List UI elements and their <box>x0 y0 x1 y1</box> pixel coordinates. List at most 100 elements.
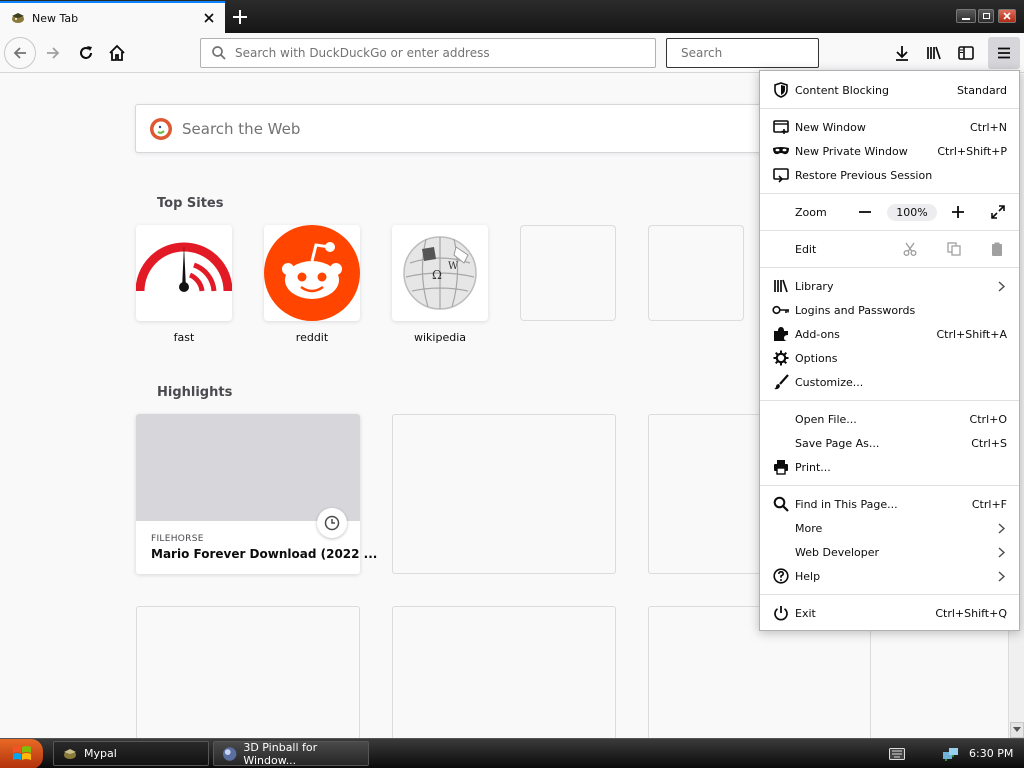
menu-item-open-file[interactable]: Open File... Ctrl+O <box>760 407 1019 431</box>
chevron-right-icon <box>998 280 1005 292</box>
taskbar-item-mypal[interactable]: Mypal <box>53 741 209 766</box>
tab-new-tab[interactable]: New Tab <box>0 1 225 33</box>
network-icon[interactable] <box>942 746 960 762</box>
back-icon <box>13 47 26 59</box>
top-site-tile-reddit[interactable] <box>264 225 360 321</box>
open-menu-button[interactable] <box>988 37 1020 69</box>
menu-item-customize[interactable]: Customize... <box>760 370 1019 394</box>
web-search-placeholder: Search the Web <box>182 119 301 138</box>
menu-separator <box>760 193 1019 194</box>
zoom-reset-button[interactable]: 100% <box>887 203 937 221</box>
tab-title: New Tab <box>32 11 79 25</box>
top-site-tile-fast[interactable] <box>136 225 232 321</box>
back-button[interactable] <box>4 37 36 69</box>
top-site-tile-empty[interactable] <box>648 225 744 321</box>
mypal-icon <box>12 13 24 23</box>
reddit-icon <box>264 225 360 321</box>
restore-session-icon <box>772 166 790 184</box>
menu-item-label: Customize... <box>795 375 864 389</box>
cut-button[interactable] <box>899 238 921 260</box>
zoom-out-button[interactable] <box>854 201 876 223</box>
mypal-icon <box>64 748 76 759</box>
url-input[interactable] <box>235 46 655 60</box>
menu-item-help[interactable]: Help <box>760 564 1019 588</box>
top-site-tile-empty[interactable] <box>520 225 616 321</box>
menu-item-label: Open File... <box>795 412 857 426</box>
hamburger-menu-icon <box>998 47 1010 59</box>
help-icon <box>772 567 790 585</box>
top-site-label: wikipedia <box>413 331 466 344</box>
menu-item-print[interactable]: Print... <box>760 455 1019 479</box>
search-bar[interactable] <box>666 38 831 68</box>
zoom-in-button[interactable] <box>947 201 969 223</box>
downloads-button[interactable] <box>886 37 918 69</box>
reload-button[interactable] <box>70 37 102 69</box>
search-input[interactable] <box>681 46 831 60</box>
sidebar-button[interactable] <box>950 37 982 69</box>
forward-button[interactable] <box>37 37 69 69</box>
search-icon <box>772 495 790 513</box>
shield-icon <box>772 81 790 99</box>
chevron-down-icon <box>1013 727 1021 732</box>
highlight-card[interactable]: FILEHORSE Mario Forever Download (2022 .… <box>136 414 377 574</box>
menu-item-more[interactable]: More <box>760 516 1019 540</box>
menu-item-restore-session[interactable]: Restore Previous Session <box>760 163 1019 187</box>
menu-item-label: Exit <box>795 606 816 620</box>
new-window-icon <box>772 118 790 136</box>
private-mask-icon <box>772 142 790 160</box>
content-blocking-value: Standard <box>956 83 1007 97</box>
menu-shortcut: Ctrl+O <box>969 412 1007 426</box>
restore-button[interactable] <box>978 9 994 23</box>
menu-item-web-developer[interactable]: Web Developer <box>760 540 1019 564</box>
menu-item-label: Content Blocking <box>795 83 890 97</box>
taskbar-item-pinball[interactable]: 3D Pinball for Window... <box>213 740 369 767</box>
minimize-button[interactable] <box>956 9 976 23</box>
top-site-tile-wikipedia[interactable]: Ω W <box>392 225 488 321</box>
menu-item-exit[interactable]: Exit Ctrl+Shift+Q <box>760 601 1019 625</box>
printer-icon <box>772 458 790 476</box>
plus-icon <box>952 206 964 218</box>
menu-separator <box>760 485 1019 486</box>
close-window-button[interactable] <box>998 9 1016 23</box>
fullscreen-button[interactable] <box>987 201 1009 223</box>
menu-item-save-page[interactable]: Save Page As... Ctrl+S <box>760 431 1019 455</box>
menu-item-new-private-window[interactable]: New Private Window Ctrl+Shift+P <box>760 139 1019 163</box>
menu-separator <box>760 108 1019 109</box>
title-bar: New Tab <box>0 0 1024 33</box>
menu-item-edit: Edit <box>760 237 1019 261</box>
url-bar[interactable] <box>200 38 656 68</box>
new-tab-plus-icon[interactable] <box>229 6 251 28</box>
taskbar-item-label: 3D Pinball for Window... <box>243 740 318 767</box>
menu-item-find-in-page[interactable]: Find in This Page... Ctrl+F <box>760 492 1019 516</box>
search-icon <box>212 46 226 60</box>
menu-item-options[interactable]: Options <box>760 346 1019 370</box>
highlight-placeholder <box>392 606 616 738</box>
menu-item-label: Restore Previous Session <box>795 168 933 182</box>
menu-item-content-blocking[interactable]: Content Blocking Standard <box>760 78 1019 102</box>
library-button[interactable] <box>918 37 950 69</box>
copy-button[interactable] <box>943 238 965 260</box>
home-button[interactable] <box>101 37 133 69</box>
web-search-box[interactable]: Search the Web <box>135 104 775 153</box>
menu-item-zoom: Zoom 100% <box>760 200 1019 224</box>
menu-item-label: Edit <box>795 242 817 256</box>
menu-item-logins[interactable]: Logins and Passwords <box>760 298 1019 322</box>
close-tab-icon[interactable] <box>201 10 217 26</box>
chevron-right-icon <box>998 522 1005 534</box>
keyboard-icon[interactable] <box>889 748 905 760</box>
menu-item-library[interactable]: Library <box>760 274 1019 298</box>
menu-item-addons[interactable]: Add-ons Ctrl+Shift+A <box>760 322 1019 346</box>
forward-icon <box>47 47 60 59</box>
menu-shortcut: Ctrl+S <box>971 436 1007 450</box>
menu-shortcut: Ctrl+N <box>969 120 1007 134</box>
menu-item-label: New Private Window <box>795 144 908 158</box>
power-icon <box>772 604 790 622</box>
menu-item-new-window[interactable]: New Window Ctrl+N <box>760 115 1019 139</box>
menu-item-label: New Window <box>795 120 866 134</box>
paste-button[interactable] <box>986 238 1008 260</box>
scroll-down-button[interactable] <box>1010 722 1024 738</box>
menu-item-label: Save Page As... <box>795 436 880 450</box>
menu-item-label: Help <box>795 569 821 583</box>
fast-speedometer-icon <box>136 242 232 292</box>
start-button[interactable] <box>0 739 43 768</box>
